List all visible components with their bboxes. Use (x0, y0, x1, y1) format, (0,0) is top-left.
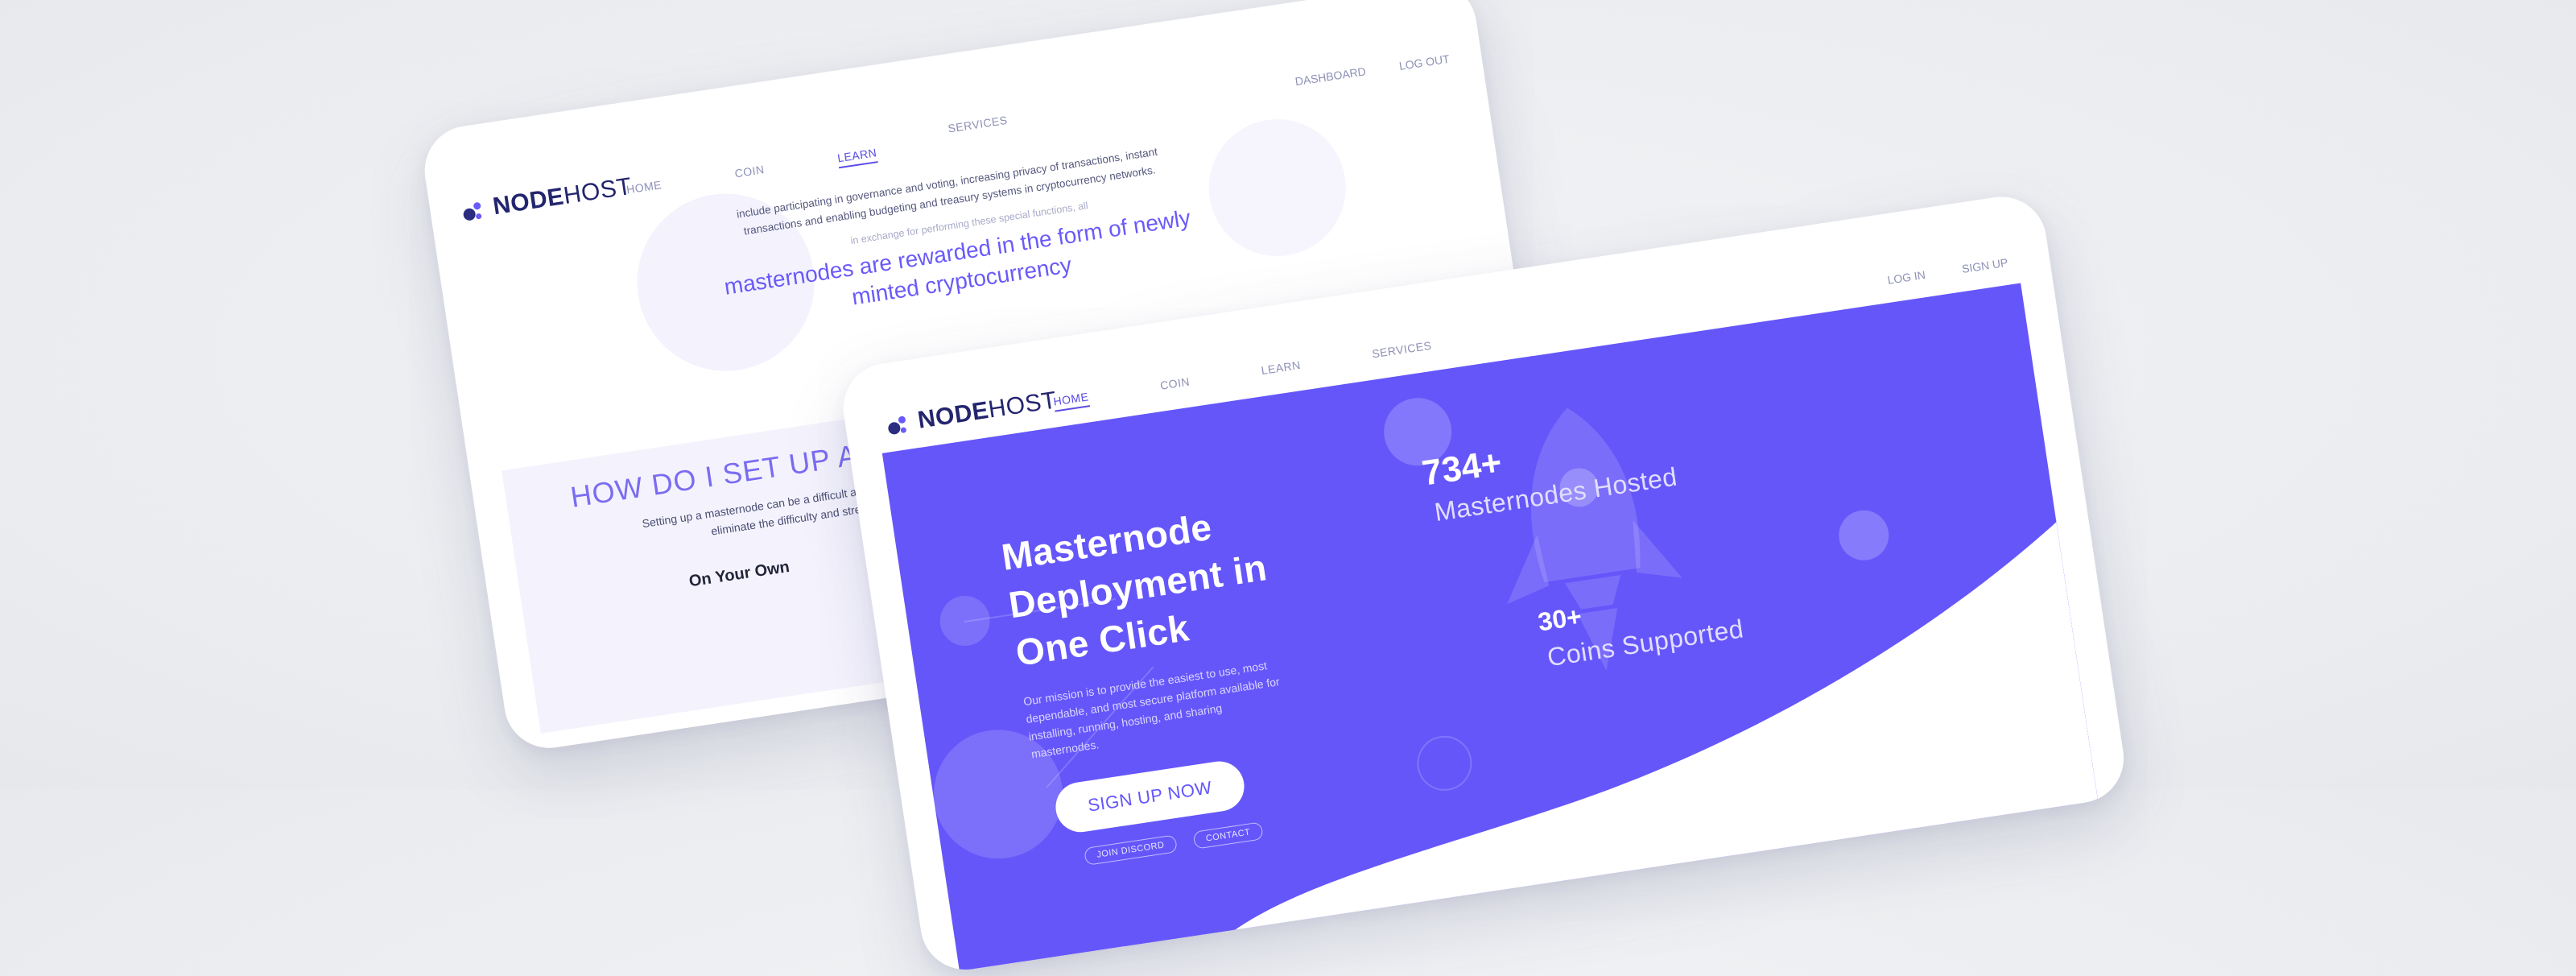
logout-link[interactable]: LOG OUT (1398, 52, 1451, 72)
hero-section: Masternode Deployment in One Click Our m… (881, 283, 2102, 976)
nav-services[interactable]: SERVICES (947, 114, 1009, 139)
account-links: DASHBOARD LOG OUT (1294, 52, 1451, 88)
account-links: LOG IN SIGN UP (1887, 256, 2009, 287)
logo-mark-icon (886, 411, 914, 436)
dashboard-link[interactable]: DASHBOARD (1294, 64, 1367, 88)
nav-learn[interactable]: LEARN (836, 146, 878, 169)
decorative-circle (1199, 110, 1356, 266)
login-link[interactable]: LOG IN (1887, 268, 1926, 287)
logo-mark-icon (461, 198, 489, 222)
nav-home[interactable]: HOME (625, 178, 663, 200)
logo-text: NODEHOST (491, 172, 634, 221)
logo[interactable]: NODEHOST (461, 173, 634, 225)
nav-home[interactable]: HOME (1052, 390, 1091, 412)
nav-coin[interactable]: COIN (1159, 375, 1191, 396)
nav-learn[interactable]: LEARN (1261, 358, 1302, 381)
signup-link[interactable]: SIGN UP (1961, 256, 2008, 275)
logo-text: NODEHOST (915, 387, 1059, 434)
stat-coins-value: 30+ (1536, 601, 1584, 637)
nav-services[interactable]: SERVICES (1371, 339, 1433, 365)
nav-coin[interactable]: COIN (734, 163, 766, 184)
